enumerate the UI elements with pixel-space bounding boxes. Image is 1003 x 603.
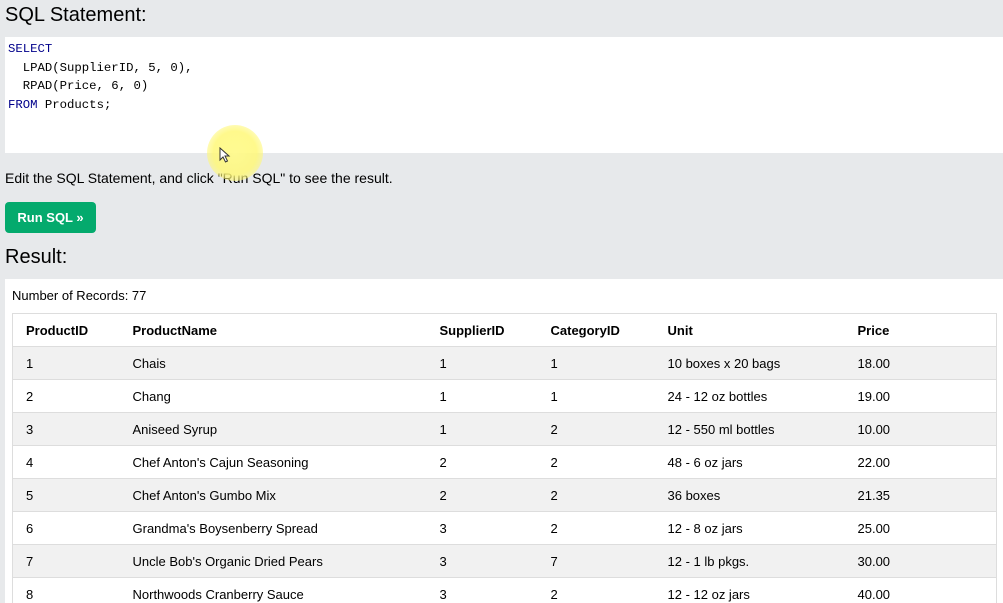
table-row: 7 Uncle Bob's Organic Dried Pears 3 7 12 - 1… — [12, 544, 997, 578]
table-cell: 4 — [12, 445, 120, 479]
table-cell: 1 — [12, 346, 120, 380]
table-cell: 3 — [426, 544, 538, 578]
table-cell: 36 boxes — [654, 478, 845, 512]
table-cell: 12 - 1 lb pkgs. — [654, 544, 845, 578]
sql-code-line: LPAD(SupplierID, 5, 0), — [8, 59, 1000, 78]
table-cell: 1 — [426, 412, 538, 446]
column-header: ProductName — [119, 313, 427, 347]
table-cell: 2 — [537, 445, 655, 479]
sql-code-text: LPAD(SupplierID, 5, 0), — [8, 60, 193, 75]
table-row: 4 Chef Anton's Cajun Seasoning 2 2 48 - 6 oz… — [12, 445, 997, 479]
table-cell: 5 — [12, 478, 120, 512]
table-cell: Chef Anton's Gumbo Mix — [119, 478, 427, 512]
table-header-row: ProductID ProductName SupplierID CategoryID… — [12, 313, 997, 347]
run-sql-button[interactable]: Run SQL » — [5, 202, 96, 233]
table-cell: 1 — [537, 346, 655, 380]
column-header: SupplierID — [426, 313, 538, 347]
table-row: 1 Chais 1 1 10 boxes x 20 bags 18.00 — [12, 346, 997, 380]
table-cell: 2 — [426, 445, 538, 479]
sql-code-line: SELECT — [8, 40, 1000, 59]
table-cell: 21.35 — [844, 478, 997, 512]
sql-code-text: RPAD(Price, 6, 0) — [8, 79, 149, 94]
table-cell: 3 — [426, 511, 538, 545]
table-cell: 2 — [537, 577, 655, 603]
table-cell: 25.00 — [844, 511, 997, 545]
column-header: Unit — [654, 313, 845, 347]
table-cell: 12 - 8 oz jars — [654, 511, 845, 545]
table-cell: 2 — [537, 511, 655, 545]
sql-keyword: SELECT — [8, 42, 53, 56]
table-cell: 6 — [12, 511, 120, 545]
table-cell: 2 — [12, 379, 120, 413]
table-cell: 19.00 — [844, 379, 997, 413]
table-cell: Chef Anton's Cajun Seasoning — [119, 445, 427, 479]
table-cell: 40.00 — [844, 577, 997, 603]
column-header: CategoryID — [537, 313, 655, 347]
result-table: ProductID ProductName SupplierID CategoryID… — [12, 313, 997, 603]
table-row: 6 Grandma's Boysenberry Spread 3 2 12 - 8 oz… — [12, 511, 997, 545]
table-cell: 22.00 — [844, 445, 997, 479]
sql-code-line: FROM Products; — [8, 96, 1000, 115]
table-cell: 2 — [426, 478, 538, 512]
records-count: Number of Records: 77 — [12, 288, 147, 303]
table-cell: Northwoods Cranberry Sauce — [119, 577, 427, 603]
table-cell: 30.00 — [844, 544, 997, 578]
table-cell: 1 — [426, 379, 538, 413]
table-cell: 48 - 6 oz jars — [654, 445, 845, 479]
table-cell: 1 — [537, 379, 655, 413]
table-cell: 2 — [537, 412, 655, 446]
table-cell: 12 - 550 ml bottles — [654, 412, 845, 446]
sql-code-text: Products; — [37, 98, 112, 113]
table-cell: 7 — [12, 544, 120, 578]
table-cell: Uncle Bob's Organic Dried Pears — [119, 544, 427, 578]
table-cell: 10 boxes x 20 bags — [654, 346, 845, 380]
sql-code-line: RPAD(Price, 6, 0) — [8, 77, 1000, 96]
mouse-pointer-icon — [219, 147, 231, 163]
table-row: 3 Aniseed Syrup 1 2 12 - 550 ml bottles 10.00 — [12, 412, 997, 446]
table-cell: 8 — [12, 577, 120, 603]
column-header: Price — [844, 313, 997, 347]
table-cell: Aniseed Syrup — [119, 412, 427, 446]
column-header: ProductID — [12, 313, 120, 347]
sql-code-editor[interactable]: SELECT LPAD(SupplierID, 5, 0), RPAD(Pric… — [5, 37, 1003, 153]
table-cell: 1 — [426, 346, 538, 380]
sql-tryit-page: SQL Statement: SELECT LPAD(SupplierID, 5… — [0, 0, 1003, 603]
table-cell: 3 — [426, 577, 538, 603]
result-panel: Number of Records: 77 ProductID ProductNa… — [5, 279, 1003, 603]
table-cell: 12 - 12 oz jars — [654, 577, 845, 603]
sql-keyword: FROM — [8, 98, 38, 113]
table-cell: 24 - 12 oz bottles — [654, 379, 845, 413]
table-cell: 10.00 — [844, 412, 997, 446]
table-cell: Grandma's Boysenberry Spread — [119, 511, 427, 545]
result-heading: Result: — [5, 246, 68, 268]
table-cell: 3 — [12, 412, 120, 446]
table-cell: Chang — [119, 379, 427, 413]
table-cell: Chais — [119, 346, 427, 380]
sql-statement-heading: SQL Statement: — [5, 4, 147, 26]
table-cell: 2 — [537, 478, 655, 512]
table-row: 8 Northwoods Cranberry Sauce 3 2 12 - 12 oz … — [12, 577, 997, 603]
table-row: 2 Chang 1 1 24 - 12 oz bottles 19.00 — [12, 379, 997, 413]
table-cell: 7 — [537, 544, 655, 578]
instruction-text: Edit the SQL Statement, and click "Run S… — [5, 170, 393, 186]
table-cell: 18.00 — [844, 346, 997, 380]
table-row: 5 Chef Anton's Gumbo Mix 2 2 36 boxes 21.35 — [12, 478, 997, 512]
